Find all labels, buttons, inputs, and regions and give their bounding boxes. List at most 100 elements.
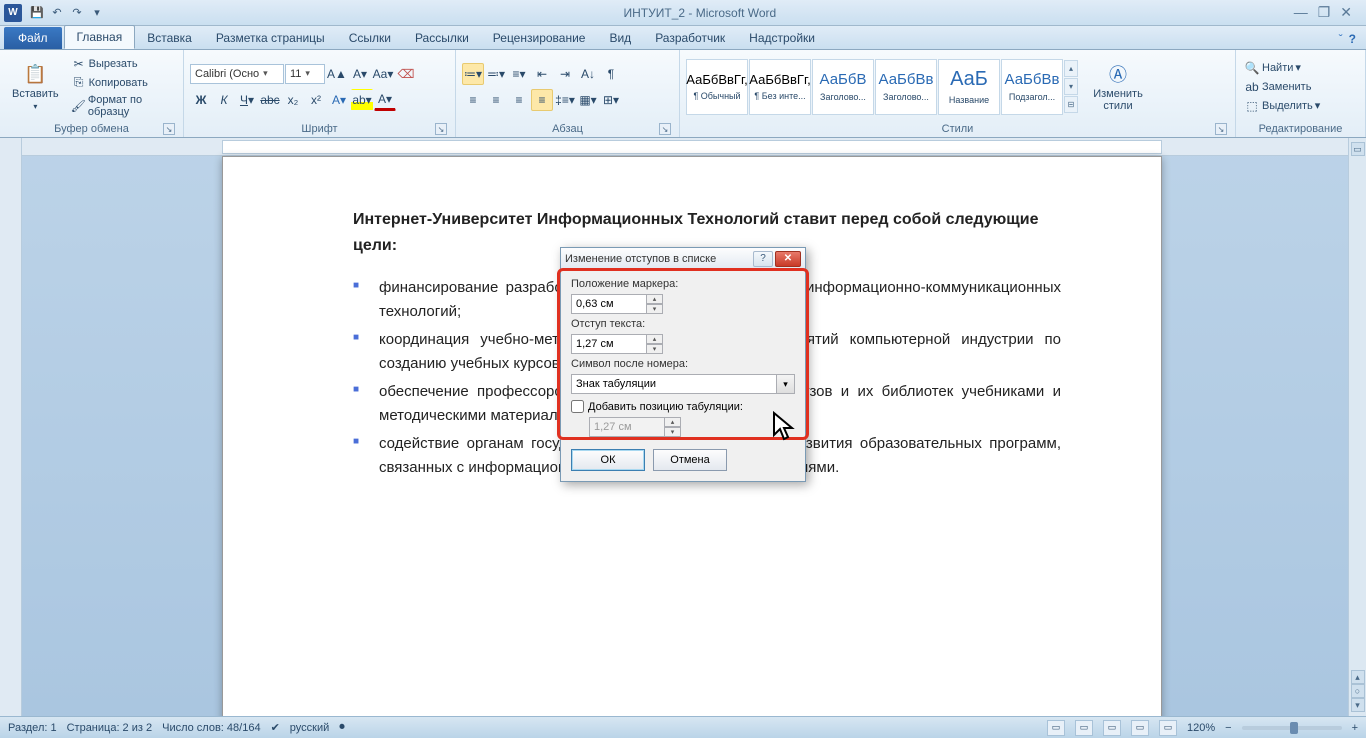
italic-icon[interactable]: К <box>213 89 235 111</box>
style-normal[interactable]: АаБбВвГг,¶ Обычный <box>686 59 748 115</box>
bullets-icon[interactable]: ≔▾ <box>462 63 484 85</box>
align-right-icon[interactable]: ≡ <box>508 89 530 111</box>
spin-down-icon[interactable]: ▾ <box>647 304 663 314</box>
tab-view[interactable]: Вид <box>597 27 643 49</box>
tab-developer[interactable]: Разработчик <box>643 27 737 49</box>
spin-up-icon[interactable]: ▴ <box>647 334 663 344</box>
decrease-indent-icon[interactable]: ⇤ <box>531 63 553 85</box>
find-button[interactable]: 🔍Найти ▾ <box>1242 59 1322 77</box>
browse-object-icon[interactable]: ○ <box>1351 684 1365 698</box>
format-painter-button[interactable]: 🖌Формат по образцу <box>69 93 177 119</box>
style-gallery[interactable]: АаБбВвГг,¶ Обычный АаБбВвГг,¶ Без инте..… <box>686 59 1078 115</box>
numbering-icon[interactable]: ≕▾ <box>485 63 507 85</box>
paste-button[interactable]: 📋 Вставить ▾ <box>6 60 65 113</box>
status-section[interactable]: Раздел: 1 <box>8 722 57 734</box>
shading-icon[interactable]: ▦▾ <box>577 89 599 111</box>
ruler-toggle-icon[interactable]: ▭ <box>1351 142 1365 156</box>
subscript-icon[interactable]: x₂ <box>282 89 304 111</box>
strike-icon[interactable]: abc <box>259 89 281 111</box>
zoom-in-icon[interactable]: + <box>1352 722 1358 734</box>
font-size-combo[interactable]: 11▾ <box>285 64 325 84</box>
scroll-up-icon[interactable]: ▴ <box>1351 670 1365 684</box>
spin-down-icon[interactable]: ▾ <box>647 344 663 354</box>
superscript-icon[interactable]: x² <box>305 89 327 111</box>
view-reading-icon[interactable]: ▭ <box>1075 720 1093 736</box>
view-print-layout-icon[interactable]: ▭ <box>1047 720 1065 736</box>
proofing-icon[interactable]: ✔ <box>271 721 280 734</box>
vertical-scrollbar[interactable]: ▭ ▴ ○ ▾ <box>1348 138 1366 716</box>
style-heading2[interactable]: АаБбВвЗаголово... <box>875 59 937 115</box>
zoom-slider[interactable] <box>1242 726 1342 730</box>
text-indent-input[interactable]: ▴▾ <box>571 334 667 354</box>
ok-button[interactable]: ОК <box>571 449 645 471</box>
dialog-close-icon[interactable]: ✕ <box>775 251 801 267</box>
tab-layout[interactable]: Разметка страницы <box>204 27 337 49</box>
gallery-scroll[interactable]: ▴▾⊟ <box>1064 60 1078 113</box>
macro-record-icon[interactable]: ⏺ <box>339 721 345 734</box>
borders-icon[interactable]: ⊞▾ <box>600 89 622 111</box>
cancel-button[interactable]: Отмена <box>653 449 727 471</box>
dialog-titlebar[interactable]: Изменение отступов в списке ? ✕ <box>561 248 805 270</box>
chevron-down-icon[interactable]: ▾ <box>777 374 795 394</box>
zoom-out-icon[interactable]: − <box>1225 722 1231 734</box>
qat-dropdown-icon[interactable]: ▾ <box>88 4 106 22</box>
tab-file[interactable]: Файл <box>4 27 62 49</box>
text-effects-icon[interactable]: A▾ <box>328 89 350 111</box>
tab-home[interactable]: Главная <box>64 25 136 49</box>
spin-up-icon[interactable]: ▴ <box>647 294 663 304</box>
close-icon[interactable]: ✕ <box>1340 4 1352 21</box>
undo-icon[interactable]: ↶ <box>48 4 66 22</box>
increase-indent-icon[interactable]: ⇥ <box>554 63 576 85</box>
status-words[interactable]: Число слов: 48/164 <box>162 722 260 734</box>
font-name-combo[interactable]: Calibri (Осно▾ <box>190 64 284 84</box>
underline-icon[interactable]: Ч▾ <box>236 89 258 111</box>
redo-icon[interactable]: ↷ <box>68 4 86 22</box>
style-heading1[interactable]: АаБбВЗаголово... <box>812 59 874 115</box>
copy-button[interactable]: ⎘Копировать <box>69 74 177 92</box>
save-icon[interactable]: 💾 <box>28 4 46 22</box>
bold-icon[interactable]: Ж <box>190 89 212 111</box>
status-page[interactable]: Страница: 2 из 2 <box>67 722 153 734</box>
select-button[interactable]: ⬚Выделить ▾ <box>1242 97 1322 115</box>
grow-font-icon[interactable]: A▲ <box>326 63 348 85</box>
sort-icon[interactable]: A↓ <box>577 63 599 85</box>
vertical-ruler[interactable] <box>0 138 22 716</box>
add-tab-checkbox-row[interactable]: Добавить позицию табуляции: <box>571 400 795 413</box>
styles-launcher[interactable]: ↘ <box>1215 123 1227 135</box>
paragraph-launcher[interactable]: ↘ <box>659 123 671 135</box>
status-language[interactable]: русский <box>290 722 329 734</box>
multilevel-icon[interactable]: ≡▾ <box>508 63 530 85</box>
tab-references[interactable]: Ссылки <box>337 27 403 49</box>
style-nospacing[interactable]: АаБбВвГг,¶ Без инте... <box>749 59 811 115</box>
font-color-icon[interactable]: A▾ <box>374 89 396 111</box>
align-left-icon[interactable]: ≡ <box>462 89 484 111</box>
text-indent-field[interactable] <box>571 334 647 354</box>
add-tab-checkbox[interactable] <box>571 400 584 413</box>
help-icon[interactable]: ? <box>1349 32 1356 46</box>
font-launcher[interactable]: ↘ <box>435 123 447 135</box>
symbol-after-combo[interactable]: Знак табуляции ▾ <box>571 374 795 394</box>
scroll-down-icon[interactable]: ▾ <box>1351 698 1365 712</box>
minimize-icon[interactable]: — <box>1294 4 1308 21</box>
align-justify-icon[interactable]: ≡ <box>531 89 553 111</box>
dialog-help-icon[interactable]: ? <box>753 251 773 267</box>
clipboard-launcher[interactable]: ↘ <box>163 123 175 135</box>
align-center-icon[interactable]: ≡ <box>485 89 507 111</box>
change-case-icon[interactable]: Aa▾ <box>372 63 394 85</box>
show-marks-icon[interactable]: ¶ <box>600 63 622 85</box>
tab-mailings[interactable]: Рассылки <box>403 27 481 49</box>
clear-format-icon[interactable]: ⌫ <box>395 63 417 85</box>
marker-position-field[interactable] <box>571 294 647 314</box>
style-subtitle[interactable]: АаБбВвПодзагол... <box>1001 59 1063 115</box>
tab-review[interactable]: Рецензирование <box>481 27 598 49</box>
cut-button[interactable]: ✂Вырезать <box>69 55 177 73</box>
horizontal-ruler[interactable] <box>22 138 1348 156</box>
view-web-icon[interactable]: ▭ <box>1103 720 1121 736</box>
status-zoom[interactable]: 120% <box>1187 722 1215 734</box>
view-draft-icon[interactable]: ▭ <box>1159 720 1177 736</box>
restore-icon[interactable]: ❐ <box>1318 4 1331 21</box>
change-styles-button[interactable]: Ⓐ Изменить стили <box>1082 60 1154 114</box>
replace-button[interactable]: abЗаменить <box>1242 78 1322 96</box>
shrink-font-icon[interactable]: A▾ <box>349 63 371 85</box>
tab-insert[interactable]: Вставка <box>135 27 204 49</box>
